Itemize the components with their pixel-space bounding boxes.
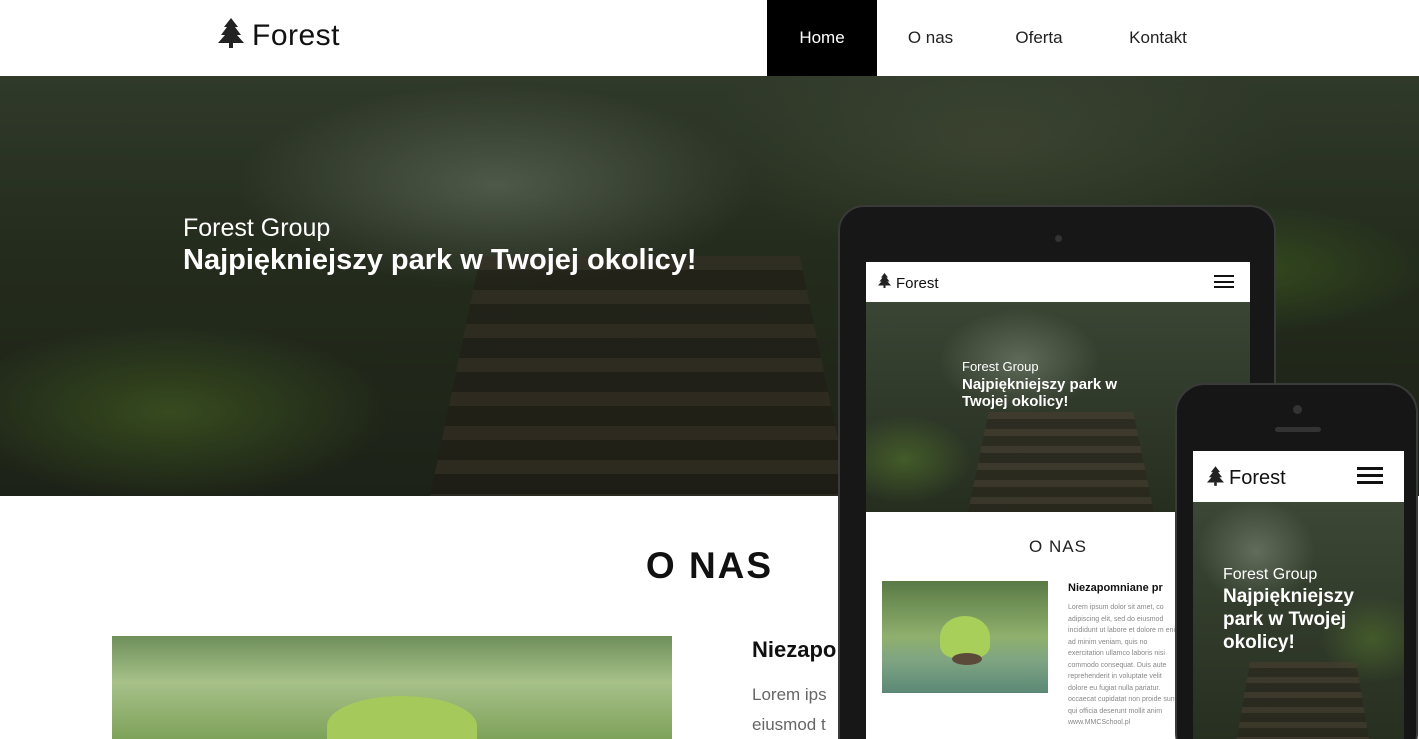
tablet-hero-title: Najpiękniejszy park w Twojej okolicy! bbox=[962, 376, 1118, 410]
nav-item-home[interactable]: Home bbox=[767, 0, 877, 76]
phone-navbar: Forest bbox=[1193, 451, 1404, 502]
brand-name: Forest bbox=[252, 18, 341, 52]
tablet-about-title: Niezapomniane pr bbox=[1068, 582, 1163, 594]
phone-speaker bbox=[1275, 427, 1321, 432]
nav-item-o-nas[interactable]: O nas bbox=[877, 0, 984, 76]
nav-item-oferta[interactable]: Oferta bbox=[984, 0, 1094, 76]
phone-hero-title: Najpiękniejszy park w Twojej okolicy! bbox=[1223, 586, 1354, 653]
phone-hero-subtitle: Forest Group bbox=[1223, 566, 1318, 583]
main-menu: Home O nas Oferta Kontakt bbox=[767, 0, 1222, 76]
hero-subtitle: Forest Group bbox=[183, 214, 331, 242]
about-text: Lorem ips eiusmod t bbox=[752, 685, 827, 734]
phone-screen: Forest Forest Group Najpiękniejszy park … bbox=[1193, 451, 1404, 739]
hero-title: Najpiękniejszy park w Twojej okolicy! bbox=[183, 244, 697, 276]
navbar: Forest Home O nas Oferta Kontakt bbox=[0, 0, 1419, 76]
phone-camera bbox=[1293, 405, 1302, 414]
tablet-about-text: Lorem ipsum dolor sit amet, co adipiscin… bbox=[1068, 604, 1181, 726]
hamburger-menu-icon[interactable] bbox=[1214, 275, 1234, 288]
tablet-camera bbox=[1055, 235, 1062, 242]
tablet-brand-logo[interactable]: Forest bbox=[878, 273, 939, 293]
phone-brand-logo[interactable]: Forest bbox=[1207, 466, 1286, 491]
hamburger-menu-icon[interactable] bbox=[1357, 467, 1383, 484]
phone-brand-name: Forest bbox=[1229, 467, 1286, 489]
tablet-brand-name: Forest bbox=[896, 274, 939, 292]
phone-mockup: Forest Forest Group Najpiękniejszy park … bbox=[1175, 383, 1418, 739]
about-image bbox=[112, 636, 672, 739]
nav-item-kontakt[interactable]: Kontakt bbox=[1094, 0, 1222, 76]
tree-icon bbox=[1207, 466, 1224, 491]
tablet-hero-subtitle: Forest Group bbox=[962, 359, 1039, 374]
brand-logo[interactable]: Forest bbox=[218, 18, 340, 53]
tablet-about-image bbox=[882, 581, 1048, 693]
tree-icon bbox=[878, 273, 891, 293]
tablet-navbar: Forest bbox=[866, 262, 1250, 302]
tree-icon bbox=[218, 18, 244, 53]
phone-hero: Forest Group Najpiękniejszy park w Twoje… bbox=[1193, 502, 1404, 739]
about-title: Niezapo bbox=[752, 637, 837, 662]
